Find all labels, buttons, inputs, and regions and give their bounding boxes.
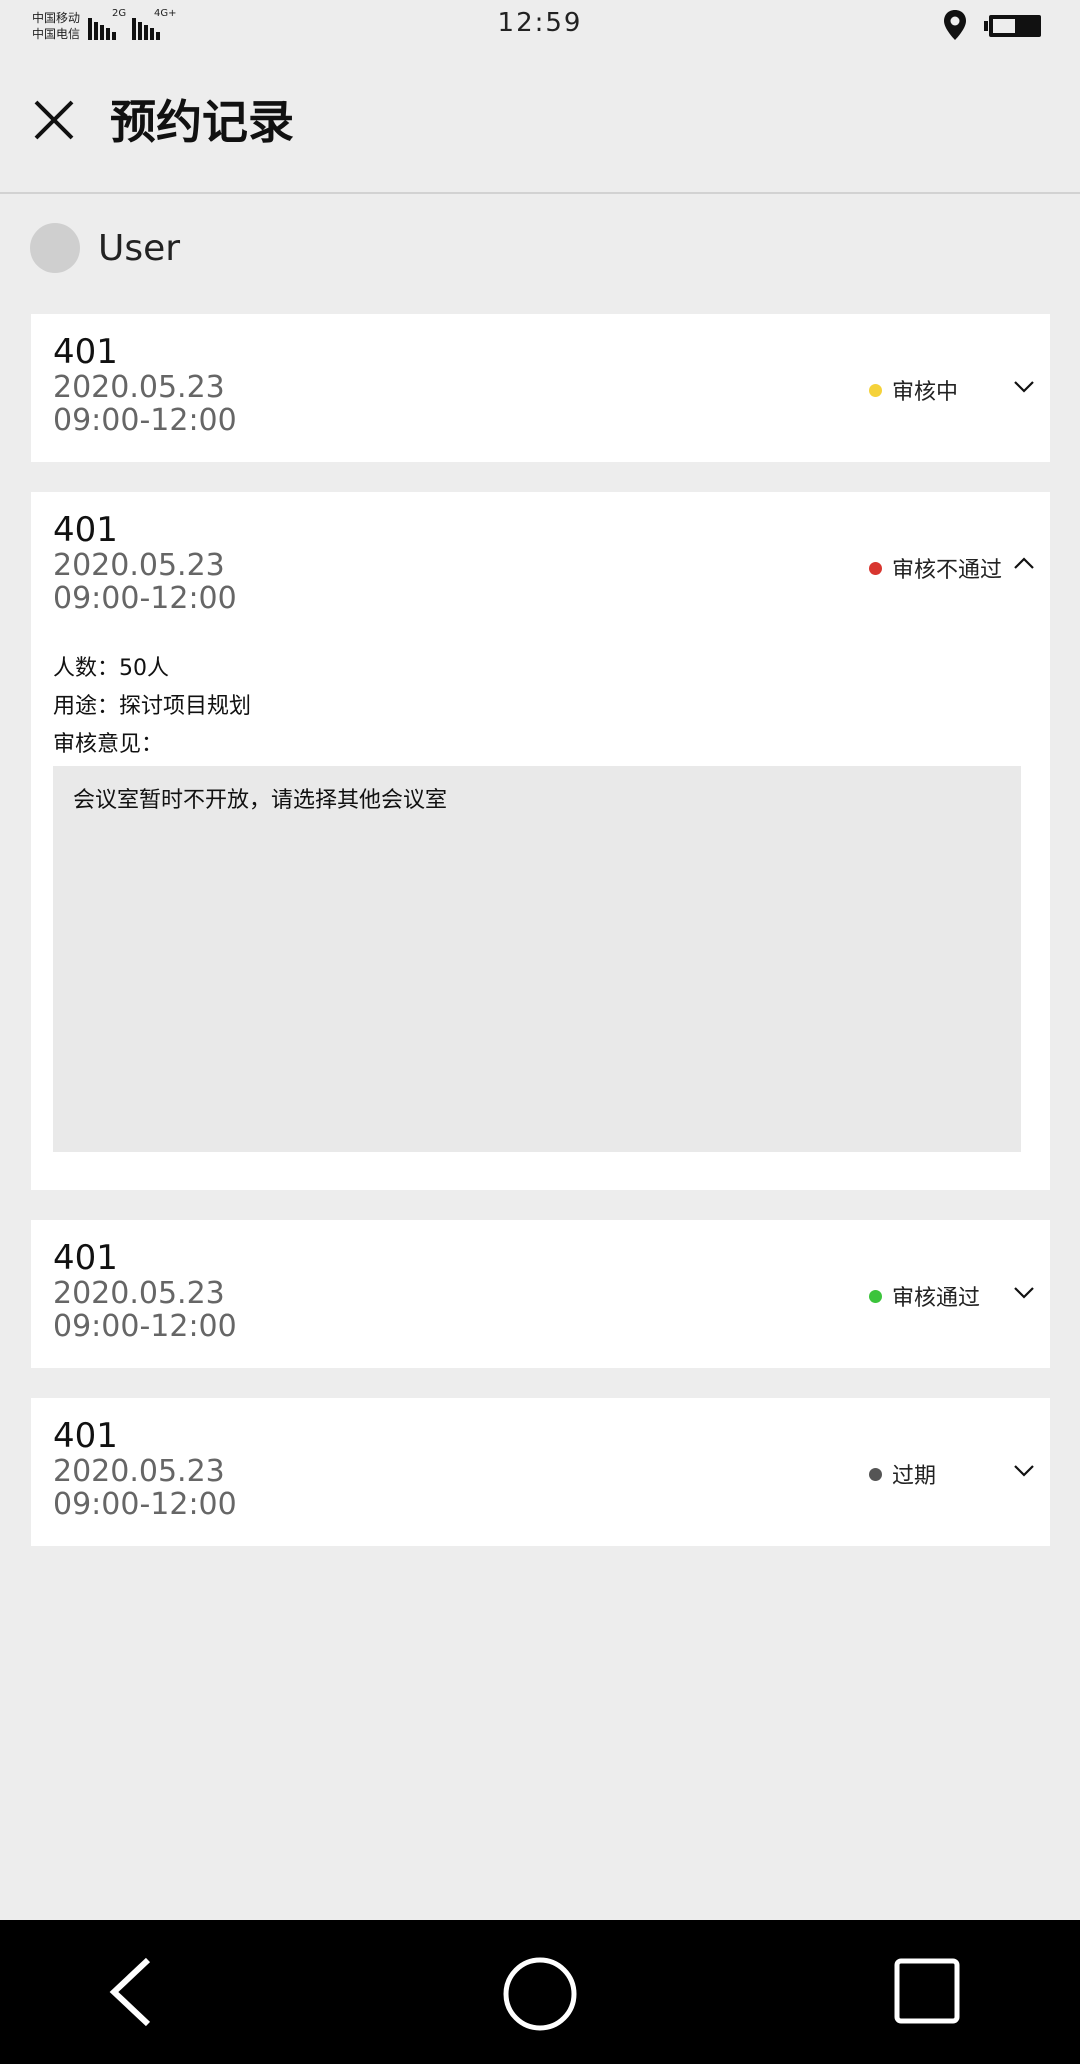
status-dot: [869, 1467, 882, 1481]
page-title: 预约记录: [110, 95, 294, 149]
record-header[interactable]: 401 2020.05.23 09:00-12:00 审核通过: [31, 1220, 1050, 1368]
chevron-up-icon[interactable]: [1012, 552, 1036, 576]
status-text: 审核通过: [892, 1286, 981, 1311]
record-date: 2020.05.23: [53, 1276, 225, 1311]
status-text: 审核不通过: [892, 558, 1003, 583]
user-row: User: [30, 222, 180, 274]
record-header[interactable]: 401 2020.05.23 09:00-12:00 审核不通过: [31, 492, 1050, 640]
home-icon[interactable]: [500, 1954, 580, 2034]
status-badge: 审核中: [869, 374, 958, 406]
room-number: 401: [53, 1416, 118, 1456]
record-date: 2020.05.23: [53, 370, 225, 405]
avatar: [30, 223, 80, 273]
chevron-down-icon[interactable]: [1012, 1280, 1036, 1304]
people-count: 人数：50人: [53, 656, 169, 681]
chevron-down-icon[interactable]: [1012, 374, 1036, 398]
record-date: 2020.05.23: [53, 1454, 225, 1489]
location-icon: [944, 10, 966, 40]
record-details: 人数：50人 用途：探讨项目规划 审核意见： 会议室暂时不开放，请选择其他会议室: [31, 650, 1050, 1182]
header: 预约记录: [0, 52, 1080, 194]
record-card: 401 2020.05.23 09:00-12:00 审核中: [31, 314, 1050, 462]
status-text: 过期: [892, 1464, 937, 1489]
status-bar: 中国移动 中国电信 2G 4G+ 12:59: [0, 0, 1080, 52]
record-time: 09:00-12:00: [53, 403, 237, 438]
status-badge: 审核通过: [869, 1280, 980, 1312]
record-date: 2020.05.23: [53, 548, 225, 583]
opinion-box: 会议室暂时不开放，请选择其他会议室: [53, 766, 1021, 1152]
record-card-expanded: 401 2020.05.23 09:00-12:00 审核不通过 人数：50人 …: [31, 492, 1050, 1190]
chevron-down-icon[interactable]: [1012, 1458, 1036, 1482]
purpose: 用途：探讨项目规划: [53, 694, 252, 719]
user-name: User: [98, 227, 181, 269]
record-time: 09:00-12:00: [53, 1487, 237, 1522]
record-header[interactable]: 401 2020.05.23 09:00-12:00 过期: [31, 1398, 1050, 1546]
room-number: 401: [53, 332, 118, 372]
screen: 中国移动 中国电信 2G 4G+ 12:59 预约记录 User 401 202…: [0, 0, 1080, 2064]
status-text: 审核中: [892, 380, 959, 405]
close-icon: [34, 100, 74, 140]
status-dot: [869, 1289, 882, 1303]
recents-icon[interactable]: [892, 1956, 962, 2026]
battery-icon: [984, 15, 1041, 37]
navigation-bar: [0, 1920, 1080, 2064]
status-dot: [869, 383, 882, 397]
room-number: 401: [53, 1238, 118, 1278]
record-card: 401 2020.05.23 09:00-12:00 过期: [31, 1398, 1050, 1546]
room-number: 401: [53, 510, 118, 550]
status-badge: 审核不通过: [869, 552, 1002, 584]
status-dot: [869, 561, 882, 575]
opinion-label: 审核意见：: [53, 732, 164, 757]
clock: 12:59: [497, 8, 583, 38]
record-card: 401 2020.05.23 09:00-12:00 审核通过: [31, 1220, 1050, 1368]
record-time: 09:00-12:00: [53, 581, 237, 616]
close-button[interactable]: [26, 92, 82, 148]
record-header[interactable]: 401 2020.05.23 09:00-12:00 审核中: [31, 314, 1050, 462]
back-icon[interactable]: [100, 1956, 160, 2028]
status-badge: 过期: [869, 1458, 936, 1490]
record-time: 09:00-12:00: [53, 1309, 237, 1344]
